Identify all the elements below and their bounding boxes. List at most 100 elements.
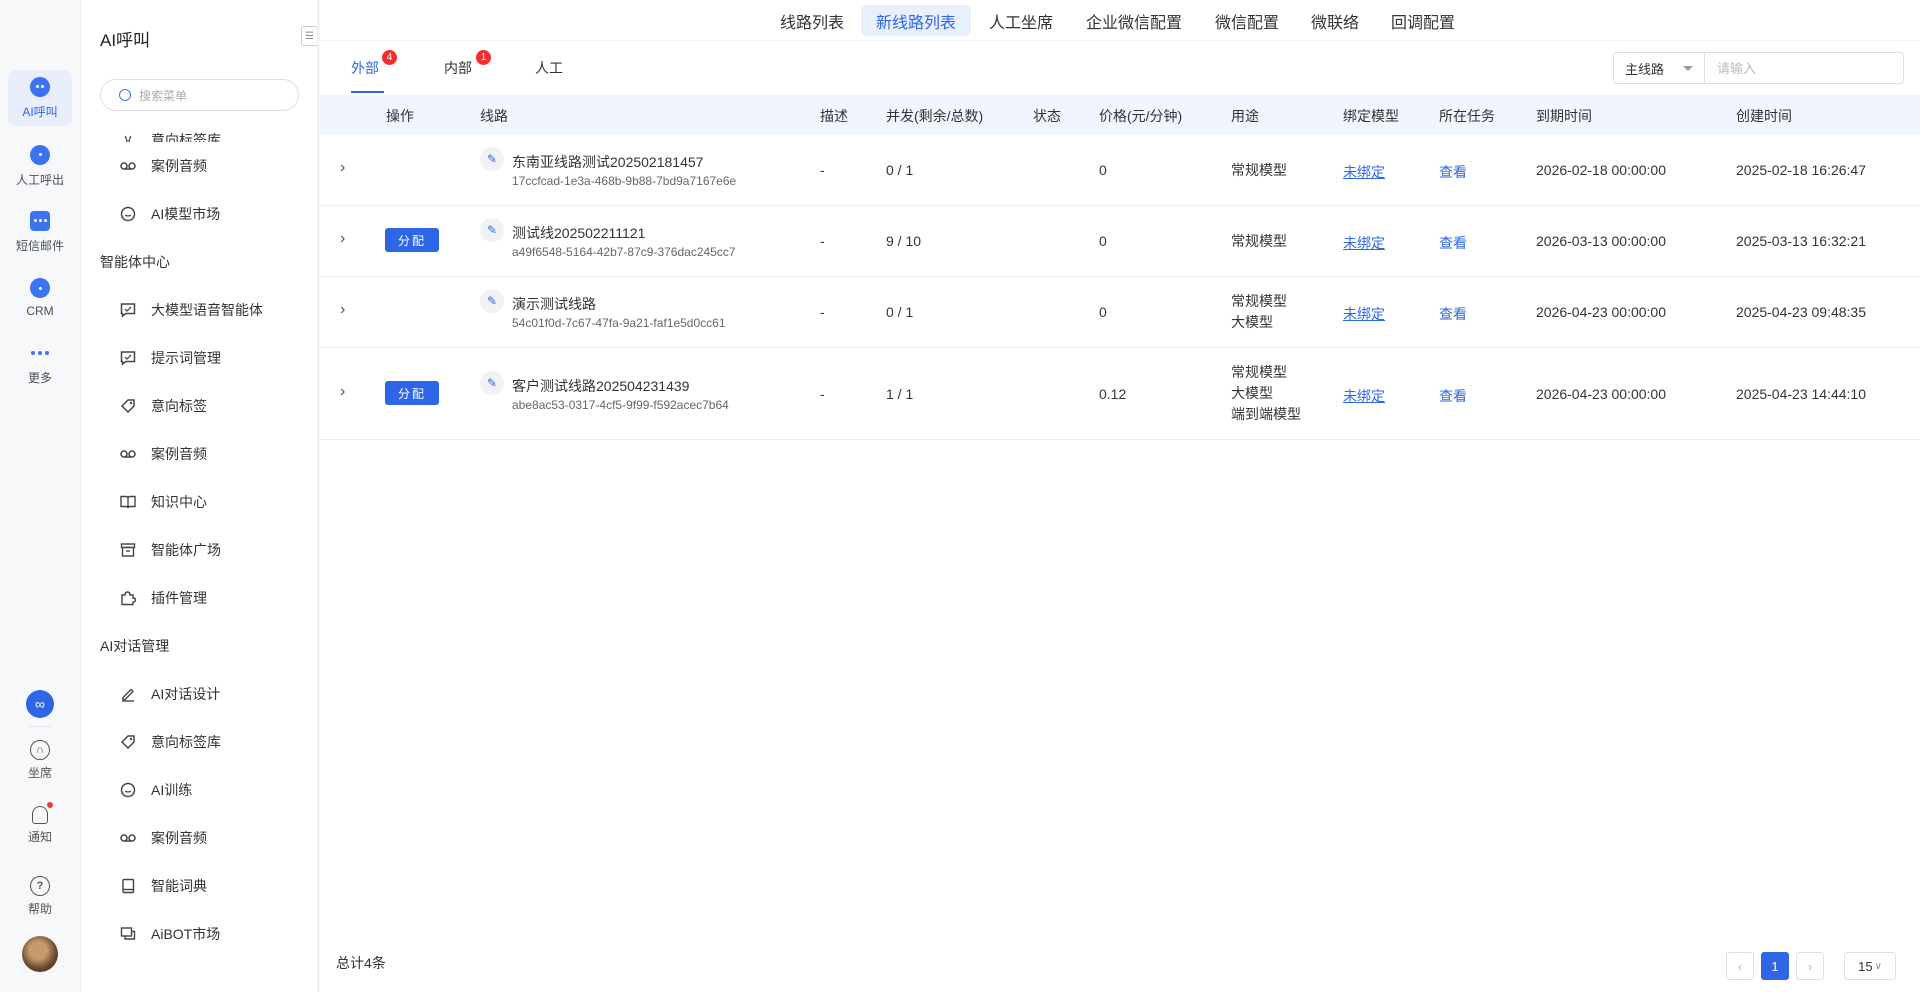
topnav-wei-contact[interactable]: 微联络	[1296, 5, 1374, 36]
topnav-wechat-config[interactable]: 微信配置	[1200, 5, 1294, 36]
line-name: 客户测试线路202504231439	[512, 378, 690, 394]
chevron-down-icon: ∨	[1874, 960, 1882, 972]
tab-internal[interactable]: 内部 1	[444, 50, 491, 78]
edit-icon[interactable]: ✎	[480, 147, 504, 171]
created-time: 2025-04-23 09:48:35	[1736, 304, 1866, 320]
rail-item-sms-email[interactable]: 短信邮件	[8, 204, 72, 260]
rail-label: 通知	[27, 830, 52, 844]
price-value: 0	[1099, 233, 1107, 249]
line-type-select[interactable]: 主线路	[1613, 52, 1705, 84]
tab-label: 外部	[351, 60, 379, 76]
unbound-model-link[interactable]: 未绑定	[1343, 162, 1385, 182]
expand-chevron-icon[interactable]: ›	[340, 160, 350, 176]
menu-item-label: 智能词典	[151, 878, 207, 894]
menu-item-plugin-management[interactable]: 插件管理	[81, 574, 317, 622]
topnav-new-line-list[interactable]: 新线路列表	[861, 5, 972, 36]
menu-item-aibot-market[interactable]: AiBOT市场	[81, 910, 317, 958]
rail-logo[interactable]: ∞	[8, 690, 72, 718]
menu-section-ai-dialog: AI对话管理	[100, 638, 170, 654]
use-line: 端到端模型	[1231, 406, 1301, 422]
app-rail: AI呼叫 人工呼出 短信邮件 CRM 更多 ∞ ∩ 坐席 通知 ? 帮助	[0, 0, 81, 992]
col-line: 线路	[480, 108, 508, 124]
prev-page-button[interactable]: ‹	[1726, 952, 1754, 980]
expand-chevron-icon[interactable]: ›	[340, 231, 350, 247]
menu-item-case-audio-3[interactable]: 案例音频	[81, 814, 317, 862]
edit-icon[interactable]: ✎	[480, 218, 504, 242]
puzzle-icon	[119, 589, 137, 607]
rail-label: 帮助	[27, 902, 52, 916]
menu-item-intent-tag[interactable]: 意向标签	[81, 382, 317, 430]
topnav-callback-config[interactable]: 回调配置	[1376, 5, 1470, 36]
caret-down-icon	[1683, 66, 1693, 71]
count-badge: 4	[382, 50, 397, 65]
rail-item-manual-call[interactable]: 人工呼出	[8, 138, 72, 194]
col-price: 价格(元/分钟)	[1099, 108, 1183, 124]
expand-chevron-icon[interactable]: ›	[340, 384, 350, 400]
rail-item-help[interactable]: ? 帮助	[8, 876, 72, 917]
edit-icon[interactable]: ✎	[480, 289, 504, 313]
crm-icon	[30, 278, 50, 298]
menu-item-ai-model-market[interactable]: AI模型市场	[81, 190, 317, 238]
menu-item-llm-voice-agent[interactable]: 大模型语音智能体	[81, 286, 317, 334]
use-line: 常规模型	[1231, 364, 1287, 380]
edit-icon[interactable]: ✎	[480, 371, 504, 395]
menu-item-label: 案例音频	[151, 158, 207, 174]
rail-item-crm[interactable]: CRM	[8, 270, 72, 326]
next-page-button[interactable]: ›	[1796, 952, 1824, 980]
menu-item-label: AI模型市场	[151, 206, 221, 222]
user-avatar[interactable]	[8, 936, 72, 972]
view-task-link[interactable]: 查看	[1439, 162, 1467, 182]
col-task: 所在任务	[1439, 108, 1495, 124]
main-content: 线路列表 新线路列表 人工坐席 企业微信配置 微信配置 微联络 回调配置 外部 …	[320, 0, 1920, 992]
unbound-model-link[interactable]: 未绑定	[1343, 304, 1385, 324]
menu-item-label: AiBOT市场	[151, 926, 221, 942]
topnav-wecom-config[interactable]: 企业微信配置	[1071, 5, 1197, 36]
select-value: 主线路	[1625, 61, 1665, 77]
menu-section-agent-center: 智能体中心	[100, 254, 170, 270]
search-input[interactable]	[1704, 52, 1904, 84]
topnav-line-list[interactable]: 线路列表	[765, 5, 859, 36]
page-size-select[interactable]: 15 ∨	[1844, 952, 1896, 980]
price-value: 0	[1099, 304, 1107, 320]
col-bound-model: 绑定模型	[1343, 108, 1399, 124]
concurrency-value: 9 / 10	[886, 233, 922, 249]
view-task-link[interactable]: 查看	[1439, 304, 1467, 324]
menu-item-intent-tag-library[interactable]: 意向标签库	[81, 718, 317, 766]
table-row: › 分配 ✎ 客户测试线路202504231439 abe8ac53-0317-…	[320, 348, 1920, 440]
menu-item-label: 插件管理	[151, 590, 207, 606]
chat-bubble-icon	[119, 205, 137, 223]
unbound-model-link[interactable]: 未绑定	[1343, 386, 1385, 406]
menu-item-knowledge-center[interactable]: 知识中心	[81, 478, 317, 526]
menu-search[interactable]: 搜索菜单	[100, 79, 299, 111]
menu-item-prompt-management[interactable]: 提示词管理	[81, 334, 317, 382]
rail-item-more[interactable]: 更多	[8, 336, 72, 392]
menu-item-intent-tag-lib[interactable]: ∨ 意向标签库	[81, 115, 317, 143]
menu-item-label: 大模型语音智能体	[151, 302, 263, 318]
concurrency-value: 0 / 1	[886, 304, 914, 320]
rail-item-ai-call[interactable]: AI呼叫	[8, 70, 72, 126]
page-number-current[interactable]: 1	[1761, 952, 1789, 980]
topnav-manual-seat[interactable]: 人工坐席	[974, 5, 1068, 36]
tab-manual[interactable]: 人工	[535, 58, 563, 78]
line-name: 东南亚线路测试202502181457	[512, 154, 704, 170]
view-task-link[interactable]: 查看	[1439, 386, 1467, 406]
menu-item-ai-dialog-design[interactable]: AI对话设计	[81, 670, 317, 718]
collapse-menu-button[interactable]: ☰	[301, 26, 317, 46]
menu-item-ai-training[interactable]: AI训练	[81, 766, 317, 814]
view-task-link[interactable]: 查看	[1439, 233, 1467, 253]
tab-external[interactable]: 外部 4	[351, 50, 397, 78]
rail-item-notify[interactable]: 通知	[8, 802, 72, 845]
col-use: 用途	[1231, 108, 1259, 124]
assign-button[interactable]: 分配	[385, 381, 439, 405]
expand-chevron-icon[interactable]: ›	[340, 302, 350, 318]
menu-item-case-audio[interactable]: 案例音频	[81, 142, 317, 190]
menu-item-smart-dictionary[interactable]: 智能词典	[81, 862, 317, 910]
concurrency-value: 1 / 1	[886, 386, 914, 402]
use-value: 常规模型 大模型	[1231, 291, 1287, 333]
assign-button[interactable]: 分配	[385, 228, 439, 252]
avatar	[22, 936, 58, 972]
menu-item-agent-plaza[interactable]: 智能体广场	[81, 526, 317, 574]
rail-item-seat[interactable]: ∩ 坐席	[8, 740, 72, 781]
menu-item-case-audio-2[interactable]: 案例音频	[81, 430, 317, 478]
unbound-model-link[interactable]: 未绑定	[1343, 233, 1385, 253]
